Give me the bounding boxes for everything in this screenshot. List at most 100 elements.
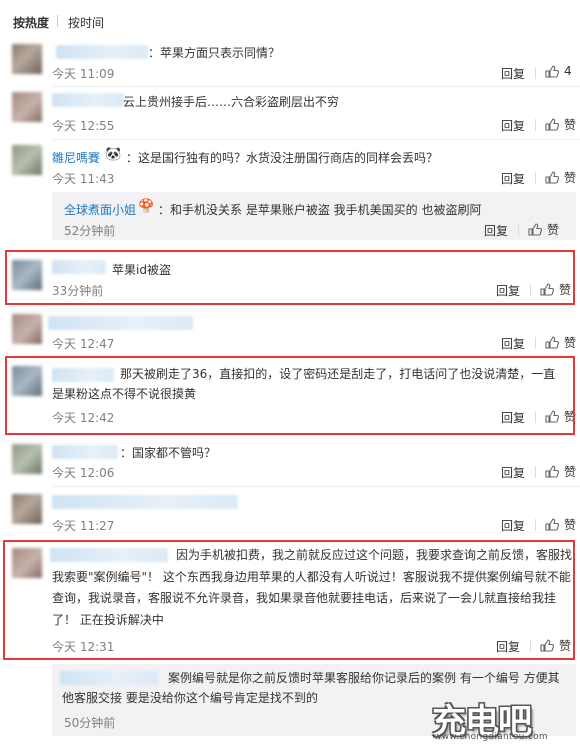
action-divider xyxy=(535,337,536,349)
thumbs-up-icon xyxy=(545,64,559,78)
username-link[interactable]: 雛尼嗎賽 xyxy=(52,149,100,166)
thumbs-up-icon xyxy=(545,410,559,423)
emoji-badge: 🍄 xyxy=(138,199,155,214)
reply-timestamp: 52分钟前 xyxy=(64,224,116,238)
avatar[interactable] xyxy=(12,260,42,290)
like-button[interactable]: 赞 xyxy=(540,637,571,654)
comment-timestamp: 今天 12:06 xyxy=(52,466,115,480)
like-button[interactable]: 赞 xyxy=(545,116,576,133)
sort-bar: 按热度 按时间 xyxy=(0,0,580,40)
emoji-badge: 🐼 xyxy=(105,147,122,162)
username-redacted[interactable] xyxy=(52,260,106,274)
comment-text: 因为手机被扣费，我之前就反应过这个问题，我要求查询之前反馈，客服找我索要"案例编… xyxy=(52,548,573,627)
action-divider xyxy=(535,411,536,423)
reply-button[interactable]: 回复 xyxy=(496,282,520,299)
username-redacted[interactable] xyxy=(52,93,124,107)
like-button[interactable]: 4 xyxy=(545,64,572,78)
comment-timestamp: 今天 12:42 xyxy=(52,411,115,425)
thumbs-up-icon xyxy=(528,223,542,236)
reply-button[interactable]: 回复 xyxy=(484,222,508,239)
comment-timestamp: 今天 11:27 xyxy=(52,519,115,533)
comment-text: 云上贵州接手后……六合彩盗刷层出不穷 xyxy=(123,95,340,109)
action-divider xyxy=(535,172,536,184)
comment-timestamp: 今天 11:43 xyxy=(52,172,115,186)
username-redacted[interactable] xyxy=(48,316,193,330)
avatar[interactable] xyxy=(12,314,42,344)
like-button[interactable]: 赞 xyxy=(545,408,576,425)
like-label: 赞 xyxy=(547,223,560,237)
like-button[interactable]: 赞 xyxy=(528,221,559,238)
thumbs-up-icon xyxy=(545,171,559,184)
comment-timestamp: 33分钟前 xyxy=(52,284,104,298)
like-label: 赞 xyxy=(564,518,577,532)
username-link[interactable]: 全球煮面小姐 xyxy=(64,201,136,218)
like-label: 赞 xyxy=(564,336,577,350)
comment-text: 那天被刷走了36，直接扣的，设了密码还是刮走了，打电话问了也没说清楚，一直是果粉… xyxy=(52,367,556,401)
action-divider xyxy=(535,519,536,531)
sort-by-time-tab[interactable]: 按时间 xyxy=(68,14,104,31)
action-divider xyxy=(535,119,536,131)
thumbs-up-icon xyxy=(545,118,559,131)
comment-text: ：苹果方面只表示同情？ xyxy=(148,46,281,60)
like-button[interactable]: 赞 xyxy=(545,334,576,351)
reply-text: ：和手机没关系 是苹果账户被盗 我手机美国买的 也被盗刷阿 xyxy=(158,203,482,217)
comment-text: 苹果id被盗 xyxy=(112,263,171,277)
like-label: 赞 xyxy=(564,465,577,479)
action-divider xyxy=(530,640,531,652)
reply-button[interactable]: 回复 xyxy=(501,464,525,481)
username-redacted[interactable] xyxy=(52,495,238,509)
avatar[interactable] xyxy=(12,494,42,524)
comment-text: ：这是国行独有的吗？水货没注册国行商店的同样会丢吗？ xyxy=(126,151,439,165)
reply-button[interactable]: 回复 xyxy=(501,335,525,352)
sort-by-hot-tab[interactable]: 按热度 xyxy=(13,14,49,31)
comment-item: 雛尼嗎賽 🐼 ：这是国行独有的吗？水货没注册国行商店的同样会丢吗？ 今天 11:… xyxy=(0,140,580,242)
comment-timestamp: 今天 11:09 xyxy=(52,67,115,81)
like-label: 赞 xyxy=(559,639,572,653)
like-button[interactable]: 赞 xyxy=(545,463,576,480)
avatar[interactable] xyxy=(12,444,42,474)
like-button[interactable]: 赞 xyxy=(545,169,576,186)
site-watermark: 充电吧 www.chongdiantou.com xyxy=(432,694,580,746)
reply-button[interactable]: 回复 xyxy=(501,409,525,426)
comment-timestamp: 今天 12:55 xyxy=(52,119,115,133)
comment-item: 今天 12:47 回复 赞 xyxy=(0,308,580,353)
like-count: 4 xyxy=(564,64,572,78)
like-label: 赞 xyxy=(564,410,577,424)
comment-timestamp: 今天 12:31 xyxy=(52,640,115,654)
reply-button[interactable]: 回复 xyxy=(496,638,520,655)
comment-item: 云上贵州接手后……六合彩盗刷层出不穷 今天 12:55 回复 赞 xyxy=(0,87,580,139)
action-divider xyxy=(535,466,536,478)
divider xyxy=(52,486,580,487)
like-label: 赞 xyxy=(564,118,577,132)
avatar[interactable] xyxy=(12,548,42,578)
avatar[interactable] xyxy=(12,366,42,396)
like-button[interactable]: 赞 xyxy=(545,516,576,533)
action-divider xyxy=(535,67,536,79)
avatar[interactable] xyxy=(12,92,42,122)
sub-reply: 全球煮面小姐 🍄 ：和手机没关系 是苹果账户被盗 我手机美国买的 也被盗刷阿 5… xyxy=(52,192,576,240)
comment-item: ：苹果方面只表示同情？ 今天 11:09 回复 4 xyxy=(0,38,580,86)
comment-item: ：国家都不管吗？ 今天 12:06 回复 赞 xyxy=(0,438,580,486)
username-redacted[interactable] xyxy=(52,445,118,459)
like-button[interactable]: 赞 xyxy=(540,281,571,298)
reply-button[interactable]: 回复 xyxy=(501,65,525,82)
comment-item: 苹果id被盗 33分钟前 回复 赞 xyxy=(0,252,580,302)
like-label: 赞 xyxy=(559,283,572,297)
reply-button[interactable]: 回复 xyxy=(501,117,525,134)
action-divider xyxy=(530,284,531,296)
avatar[interactable] xyxy=(12,145,42,175)
thumbs-up-icon xyxy=(540,639,554,652)
reply-button[interactable]: 回复 xyxy=(501,517,525,534)
comment-text: ：国家都不管吗？ xyxy=(120,446,217,460)
watermark-url: www.chongdiantou.com xyxy=(434,732,548,742)
comment-item: 今天 11:27 回复 赞 xyxy=(0,488,580,538)
reply-button[interactable]: 回复 xyxy=(501,170,525,187)
sort-divider xyxy=(57,15,58,27)
thumbs-up-icon xyxy=(545,336,559,349)
comment-item: 那天被刷走了36，直接扣的，设了密码还是刮走了，打电话问了也没说清楚，一直是果粉… xyxy=(0,358,580,434)
avatar[interactable] xyxy=(12,44,42,74)
reply-timestamp: 50分钟前 xyxy=(64,716,116,730)
username-redacted[interactable] xyxy=(56,45,148,59)
thumbs-up-icon xyxy=(545,465,559,478)
action-divider xyxy=(518,224,519,236)
